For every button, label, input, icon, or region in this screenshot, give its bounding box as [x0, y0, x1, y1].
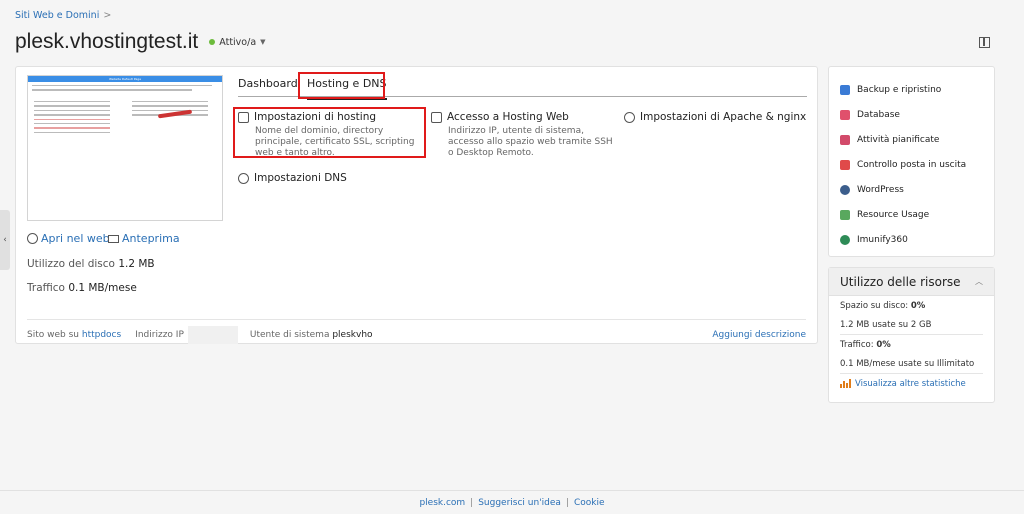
- key-icon: [431, 111, 442, 123]
- system-user-label: Utente di sistema: [249, 330, 330, 340]
- traffic-value: 0.1 MB/mese: [68, 282, 137, 294]
- globe-icon: [238, 172, 249, 184]
- site-thumbnail[interactable]: Website Default Page: [27, 75, 223, 221]
- chart-icon: [840, 209, 850, 220]
- tool-outgoing-mail[interactable]: Controllo posta in uscita: [840, 152, 983, 177]
- ip-value-redacted: [187, 326, 238, 344]
- tool-label: Resource Usage: [857, 209, 930, 220]
- traffic-usage: Traffico 0.1 MB/mese: [27, 282, 137, 294]
- disk-usage-value: 1.2 MB: [118, 258, 155, 270]
- footer-link-plesk[interactable]: plesk.com: [419, 498, 465, 508]
- traffic-percent: 0%: [876, 339, 891, 350]
- add-description-link[interactable]: Aggiungi descrizione: [712, 330, 806, 340]
- httpdocs-link[interactable]: httpdocs: [82, 330, 121, 340]
- more-stats-row[interactable]: Visualizza altre statistiche: [840, 374, 983, 394]
- backup-icon: [840, 84, 850, 95]
- tool-imunify360[interactable]: Imunify360: [840, 227, 983, 252]
- tool-database[interactable]: Database: [840, 102, 983, 127]
- thumbnail-header: Website Default Page: [28, 76, 222, 82]
- traffic-label: Traffico:: [840, 339, 874, 350]
- gears-icon: [624, 111, 635, 123]
- tool-label: Controllo posta in uscita: [857, 159, 967, 170]
- preview-link[interactable]: Anteprima: [108, 232, 180, 245]
- ip-label: Indirizzo IP: [135, 330, 184, 340]
- thumbnail-line: [32, 89, 192, 91]
- tool-label: Backup e ripristino: [857, 84, 942, 95]
- highlight-box-tab: [298, 72, 385, 99]
- status-label: Attivo/a: [219, 36, 257, 48]
- database-icon: [840, 109, 850, 120]
- traffic-row: Traffico: 0%: [840, 335, 983, 355]
- footer-divider: |: [565, 497, 569, 508]
- thumbnail-line: [32, 85, 212, 87]
- disk-usage: Utilizzo del disco 1.2 MB: [27, 258, 155, 270]
- more-stats-link[interactable]: Visualizza altre statistiche: [855, 379, 966, 389]
- disk-space-row: Spazio su disco: 0%: [840, 296, 983, 316]
- service-title: Accesso a Hosting Web: [447, 111, 569, 123]
- tool-label: Database: [857, 109, 900, 120]
- shield-icon: [840, 234, 850, 245]
- highlight-box-hosting: [233, 107, 426, 158]
- traffic-detail-row: 0.1 MB/mese usate su Illimitato: [840, 355, 983, 374]
- tool-label: WordPress: [857, 184, 904, 195]
- thumbnail-column-left: [30, 98, 114, 136]
- page-footer: plesk.com | Suggerisci un'idea | Cookie: [0, 490, 1024, 514]
- breadcrumb-link[interactable]: Siti Web e Domini: [15, 10, 99, 21]
- calendar-icon: [840, 134, 850, 145]
- breadcrumb[interactable]: Siti Web e Domini >: [15, 10, 111, 21]
- status-dropdown[interactable]: Attivo/a ▼: [209, 36, 266, 48]
- status-dot-icon: [209, 39, 216, 45]
- open-web-label: Apri nel web: [41, 232, 110, 245]
- chevron-left-icon: ‹: [3, 235, 7, 245]
- service-dns-settings[interactable]: Impostazioni DNS: [238, 172, 428, 184]
- tool-wordpress[interactable]: WordPress: [840, 177, 983, 202]
- service-description: Indirizzo IP, utente di sistema, accesso…: [448, 126, 613, 158]
- disk-detail: 1.2 MB usate su 2 GB: [840, 319, 932, 330]
- tool-label: Imunify360: [857, 234, 908, 245]
- tool-label: Attività pianificate: [857, 134, 940, 145]
- footer-divider: |: [470, 497, 474, 508]
- resource-usage-panel: Utilizzo delle risorse ︿ Spazio su disco…: [828, 267, 995, 403]
- resource-usage-header[interactable]: Utilizzo delle risorse ︿: [829, 268, 994, 296]
- title-row: plesk.vhostingtest.it Attivo/a ▼: [15, 30, 266, 54]
- resource-usage-title: Utilizzo delle risorse: [840, 274, 961, 289]
- wordpress-icon: [840, 184, 850, 195]
- tool-backup[interactable]: Backup e ripristino: [840, 77, 983, 102]
- preview-icon: [108, 234, 119, 243]
- mail-icon: [840, 159, 850, 170]
- footer-link-cookie[interactable]: Cookie: [574, 498, 605, 508]
- chevron-down-icon: ▼: [260, 38, 266, 46]
- service-title: Impostazioni di Apache & nginx: [640, 111, 807, 123]
- open-web-link[interactable]: Apri nel web: [27, 232, 110, 245]
- service-title: Impostazioni DNS: [254, 172, 347, 184]
- card-footer: Sito web su httpdocs Indirizzo IP Utente…: [27, 319, 806, 344]
- footer-link-suggest[interactable]: Suggerisci un'idea: [478, 498, 561, 508]
- layout-toggle-icon[interactable]: [979, 37, 990, 48]
- stats-icon: [840, 379, 851, 389]
- tool-resource-usage[interactable]: Resource Usage: [840, 202, 983, 227]
- disk-space-label: Spazio su disco:: [840, 300, 909, 311]
- disk-detail-row: 1.2 MB usate su 2 GB: [840, 316, 983, 335]
- page-title: plesk.vhostingtest.it: [15, 30, 199, 53]
- disk-space-percent: 0%: [910, 300, 926, 311]
- traffic-detail: 0.1 MB/mese usate su Illimitato: [840, 358, 975, 369]
- disk-usage-label: Utilizzo del disco: [27, 258, 115, 270]
- service-apache-nginx[interactable]: Impostazioni di Apache & nginx: [624, 111, 809, 123]
- service-web-hosting-access[interactable]: Accesso a Hosting Web Indirizzo IP, uten…: [431, 111, 616, 159]
- tab-dashboard[interactable]: Dashboard: [238, 77, 298, 90]
- domain-card: Website Default Page Apri nel web Antepr…: [15, 66, 818, 344]
- globe-icon: [27, 233, 38, 244]
- traffic-label: Traffico: [27, 282, 65, 294]
- site-root-label: Sito web su: [27, 330, 79, 340]
- sidebar-collapse-tab[interactable]: ‹: [0, 210, 10, 270]
- chevron-up-icon[interactable]: ︿: [975, 276, 983, 287]
- system-user-value: pleskvho: [332, 330, 373, 340]
- breadcrumb-separator: >: [103, 10, 112, 21]
- tool-scheduled-tasks[interactable]: Attività pianificate: [840, 127, 983, 152]
- tools-panel: Backup e ripristino Database Attività pi…: [828, 66, 995, 257]
- preview-label: Anteprima: [122, 232, 180, 245]
